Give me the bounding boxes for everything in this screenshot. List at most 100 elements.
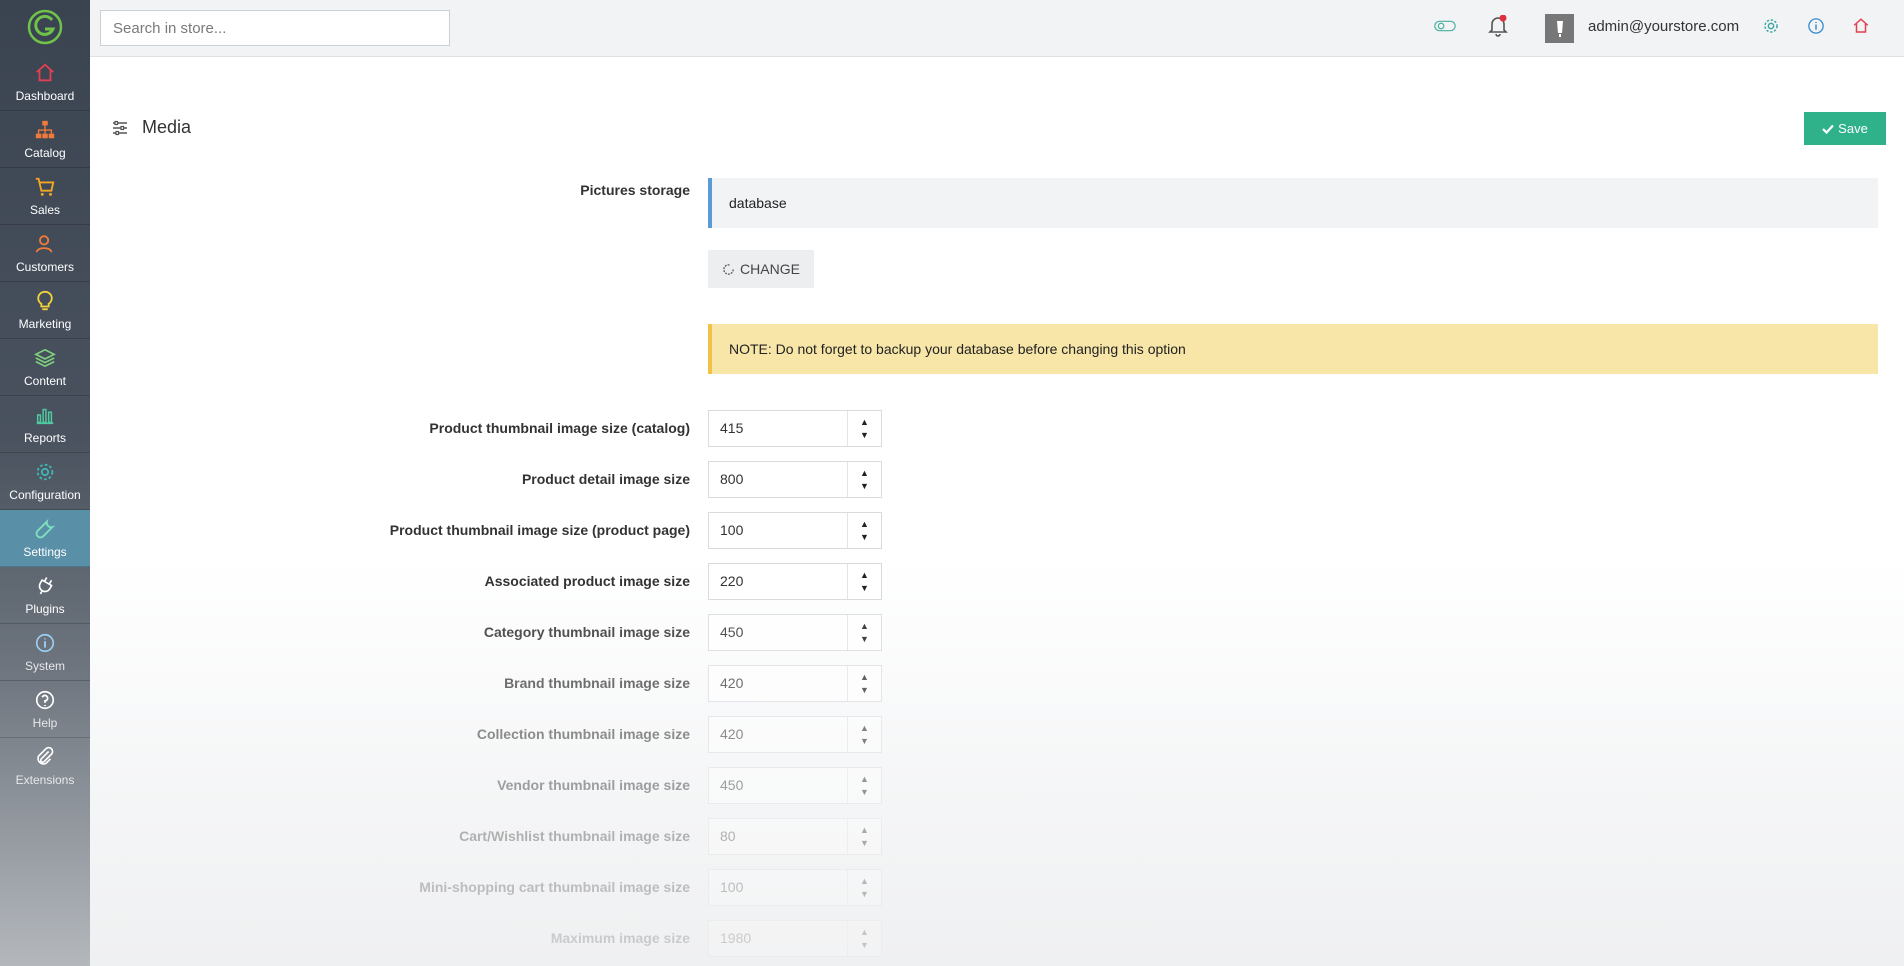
image-size-input[interactable]: 420 ▲ ▼ xyxy=(708,716,882,753)
sidebar-item-label: System xyxy=(24,658,65,673)
sidebar-item-customers[interactable]: Customers xyxy=(0,225,90,282)
sidebar-item-help[interactable]: Help xyxy=(0,681,90,738)
save-button[interactable]: Save xyxy=(1804,112,1886,145)
decrement-arrow-icon[interactable]: ▼ xyxy=(860,888,869,901)
increment-arrow-icon[interactable]: ▲ xyxy=(860,569,869,582)
notifications-button[interactable] xyxy=(1487,15,1509,37)
image-size-input[interactable]: 100 ▲ ▼ xyxy=(708,869,882,906)
check-icon xyxy=(1822,124,1834,134)
settings-button[interactable] xyxy=(1760,15,1782,37)
image-size-input[interactable]: 415 ▲ ▼ xyxy=(708,410,882,447)
stepper: ▲ ▼ xyxy=(847,513,881,548)
image-size-value[interactable]: 415 xyxy=(709,411,847,446)
increment-arrow-icon[interactable]: ▲ xyxy=(860,467,869,480)
decrement-arrow-icon[interactable]: ▼ xyxy=(860,582,869,595)
sidebar-item-content[interactable]: Content xyxy=(0,339,90,396)
sidebar-item-label: Sales xyxy=(29,202,61,217)
image-size-input[interactable]: 220 ▲ ▼ xyxy=(708,563,882,600)
image-size-value[interactable]: 100 xyxy=(709,870,847,905)
increment-arrow-icon[interactable]: ▲ xyxy=(860,416,869,429)
decrement-arrow-icon[interactable]: ▼ xyxy=(860,429,869,442)
logo[interactable] xyxy=(0,0,90,54)
image-size-input[interactable]: 100 ▲ ▼ xyxy=(708,512,882,549)
decrement-arrow-icon[interactable]: ▼ xyxy=(860,939,869,952)
image-size-input[interactable]: 1980 ▲ ▼ xyxy=(708,920,882,957)
sidebar-item-plugins[interactable]: Plugins xyxy=(0,567,90,624)
image-size-label: Product thumbnail image size (catalog) xyxy=(429,420,690,436)
decrement-arrow-icon[interactable]: ▼ xyxy=(860,735,869,748)
plug-icon xyxy=(38,576,53,594)
stepper: ▲ ▼ xyxy=(847,666,881,701)
stepper: ▲ ▼ xyxy=(847,411,881,446)
image-size-row: Product detail image size 800 ▲ ▼ xyxy=(90,461,990,501)
image-size-value[interactable]: 800 xyxy=(709,462,847,497)
avatar[interactable] xyxy=(1545,14,1574,43)
image-size-input[interactable]: 450 ▲ ▼ xyxy=(708,614,882,651)
sidebar-item-extensions[interactable]: Extensions xyxy=(0,738,90,795)
image-size-row: Maximum image size 1980 ▲ ▼ xyxy=(90,920,990,960)
sitemap-icon xyxy=(35,120,55,138)
users-icon xyxy=(35,234,53,253)
user-email[interactable]: admin@yourstore.com xyxy=(1588,18,1739,35)
decrement-arrow-icon[interactable]: ▼ xyxy=(860,837,869,850)
home-button[interactable] xyxy=(1850,15,1872,37)
cart-icon xyxy=(35,177,55,196)
user-icon xyxy=(1556,20,1563,37)
main-content: Media Save Pictures storage database CHA… xyxy=(90,57,1904,966)
image-size-value[interactable]: 450 xyxy=(709,768,847,803)
image-size-value[interactable]: 420 xyxy=(709,717,847,752)
image-size-label: Category thumbnail image size xyxy=(483,624,690,640)
decrement-arrow-icon[interactable]: ▼ xyxy=(860,633,869,646)
increment-arrow-icon[interactable]: ▲ xyxy=(860,620,869,633)
sidebar-item-settings[interactable]: Settings xyxy=(0,510,90,567)
image-size-input[interactable]: 80 ▲ ▼ xyxy=(708,818,882,855)
increment-arrow-icon[interactable]: ▲ xyxy=(860,518,869,531)
image-size-value[interactable]: 450 xyxy=(709,615,847,650)
image-size-input[interactable]: 420 ▲ ▼ xyxy=(708,665,882,702)
sidebar-item-label: Help xyxy=(32,715,58,730)
image-size-value[interactable]: 420 xyxy=(709,666,847,701)
image-size-value[interactable]: 80 xyxy=(709,819,847,854)
theme-toggle[interactable] xyxy=(1434,15,1456,37)
search-input[interactable] xyxy=(100,10,450,46)
increment-arrow-icon[interactable]: ▲ xyxy=(860,926,869,939)
sidebar-item-sales[interactable]: Sales xyxy=(0,168,90,225)
image-size-row: Cart/Wishlist thumbnail image size 80 ▲ ▼ xyxy=(90,818,990,858)
image-size-label: Vendor thumbnail image size xyxy=(497,777,690,793)
paperclip-icon xyxy=(37,746,54,765)
sidebar-item-catalog[interactable]: Catalog xyxy=(0,111,90,168)
increment-arrow-icon[interactable]: ▲ xyxy=(860,773,869,786)
increment-arrow-icon[interactable]: ▲ xyxy=(860,824,869,837)
decrement-arrow-icon[interactable]: ▼ xyxy=(860,531,869,544)
decrement-arrow-icon[interactable]: ▼ xyxy=(860,480,869,493)
image-size-value[interactable]: 1980 xyxy=(709,921,847,956)
image-size-label: Collection thumbnail image size xyxy=(476,726,690,742)
decrement-arrow-icon[interactable]: ▼ xyxy=(860,684,869,697)
logo-icon xyxy=(27,9,63,45)
decrement-arrow-icon[interactable]: ▼ xyxy=(860,786,869,799)
question-icon xyxy=(35,690,55,709)
sidebar-item-reports[interactable]: Reports xyxy=(0,396,90,453)
image-size-row: Brand thumbnail image size 420 ▲ ▼ xyxy=(90,665,990,705)
increment-arrow-icon[interactable]: ▲ xyxy=(860,722,869,735)
stepper: ▲ ▼ xyxy=(847,615,881,650)
info-icon xyxy=(1808,18,1824,34)
image-size-input[interactable]: 800 ▲ ▼ xyxy=(708,461,882,498)
change-storage-button[interactable]: CHANGE xyxy=(708,250,814,288)
lightbulb-icon xyxy=(37,290,53,310)
image-size-row: Mini-shopping cart thumbnail image size 1… xyxy=(90,869,990,909)
image-size-value[interactable]: 100 xyxy=(709,513,847,548)
toggle-icon xyxy=(1434,20,1456,32)
sidebar-item-marketing[interactable]: Marketing xyxy=(0,282,90,339)
sidebar-item-configuration[interactable]: Configuration xyxy=(0,453,90,510)
increment-arrow-icon[interactable]: ▲ xyxy=(860,875,869,888)
image-size-label: Maximum image size xyxy=(550,930,690,946)
image-size-input[interactable]: 450 ▲ ▼ xyxy=(708,767,882,804)
image-size-label: Associated product image size xyxy=(484,573,690,589)
increment-arrow-icon[interactable]: ▲ xyxy=(860,671,869,684)
sidebar-item-system[interactable]: System xyxy=(0,624,90,681)
sidebar-item-label: Customers xyxy=(15,259,74,274)
sidebar-item-dashboard[interactable]: Dashboard xyxy=(0,54,90,111)
info-button[interactable] xyxy=(1805,15,1827,37)
image-size-value[interactable]: 220 xyxy=(709,564,847,599)
